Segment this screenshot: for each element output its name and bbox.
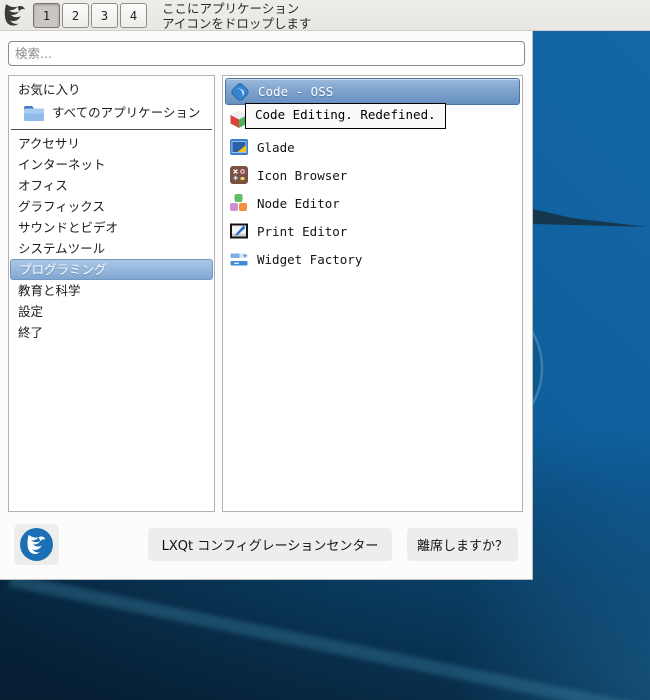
category-all-applications[interactable]: すべてのアプリケーション (10, 100, 213, 126)
leave-button[interactable]: 離席しますか？ (407, 528, 518, 561)
drop-hint-line1: ここにアプリケーション (162, 1, 300, 16)
category-graphics[interactable]: グラフィックス (10, 196, 213, 217)
workspace-button-3[interactable]: 3 (91, 3, 118, 28)
category-internet[interactable]: インターネット (10, 154, 213, 175)
workspace-button-4[interactable]: 4 (120, 3, 147, 28)
app-item-glade[interactable]: Glade (225, 133, 520, 161)
drop-hint-line2: アイコンをドロップします (162, 16, 312, 31)
app-tooltip: Code Editing. Redefined. (245, 103, 446, 129)
workspace-button-1[interactable]: 1 (33, 3, 60, 28)
app-label: Icon Browser (257, 167, 348, 183)
category-system-tools[interactable]: システムツール (10, 238, 213, 259)
app-item-print-editor[interactable]: Print Editor (225, 217, 520, 245)
quicklaunch-drop-hint: ここにアプリケーション アイコンをドロップします (162, 1, 311, 31)
main-menu-window: お気に入り すべてのアプリケーション アクセサリ インターネット オフィス グラ… (0, 31, 533, 580)
category-accessories[interactable]: アクセサリ (10, 133, 213, 154)
node-editor-icon (230, 194, 247, 211)
category-leave[interactable]: 終了 (10, 322, 213, 343)
category-education-science[interactable]: 教育と科学 (10, 280, 213, 301)
app-label: Glade (257, 139, 295, 155)
category-favorites[interactable]: お気に入り (10, 79, 213, 100)
category-sound-video[interactable]: サウンドとビデオ (10, 217, 213, 238)
lxqt-menu-logo-button[interactable] (14, 524, 59, 565)
app-item-node-editor[interactable]: Node Editor (225, 189, 520, 217)
search-input[interactable] (8, 41, 525, 66)
category-label: すべてのアプリケーション (52, 105, 201, 120)
app-label: Node Editor (257, 195, 340, 211)
category-separator (11, 129, 212, 130)
lxqt-configuration-center-button[interactable]: LXQt コンフィグレーションセンター (148, 528, 392, 561)
glade-icon (230, 139, 248, 155)
workspace-button-2[interactable]: 2 (62, 3, 89, 28)
category-list: お気に入り すべてのアプリケーション アクセサリ インターネット オフィス グラ… (8, 75, 215, 512)
icon-browser-icon (230, 166, 248, 184)
app-label: Print Editor (257, 223, 348, 239)
app-item-widget-factory[interactable]: Widget Factory (225, 245, 520, 273)
lxqt-hummingbird-icon[interactable] (2, 2, 29, 29)
lxqt-logo-circle (20, 528, 53, 561)
app-label: Code - OSS (258, 84, 334, 99)
folder-icon (24, 106, 44, 121)
application-list: Code - OSS Glade Icon Browser Node Edito… (222, 75, 523, 512)
widget-factory-icon (230, 253, 248, 266)
app-label: Widget Factory (257, 251, 363, 267)
vscode-icon (231, 82, 249, 101)
category-settings[interactable]: 設定 (10, 301, 213, 322)
app-item-code-oss[interactable]: Code - OSS (225, 78, 520, 105)
category-programming[interactable]: プログラミング (10, 259, 213, 280)
print-editor-icon (230, 223, 248, 239)
lxqt-hummingbird-white-icon (26, 534, 45, 554)
top-panel: 1 2 3 4 ここにアプリケーション アイコンをドロップします (0, 0, 650, 31)
category-office[interactable]: オフィス (10, 175, 213, 196)
app-item-icon-browser[interactable]: Icon Browser (225, 161, 520, 189)
